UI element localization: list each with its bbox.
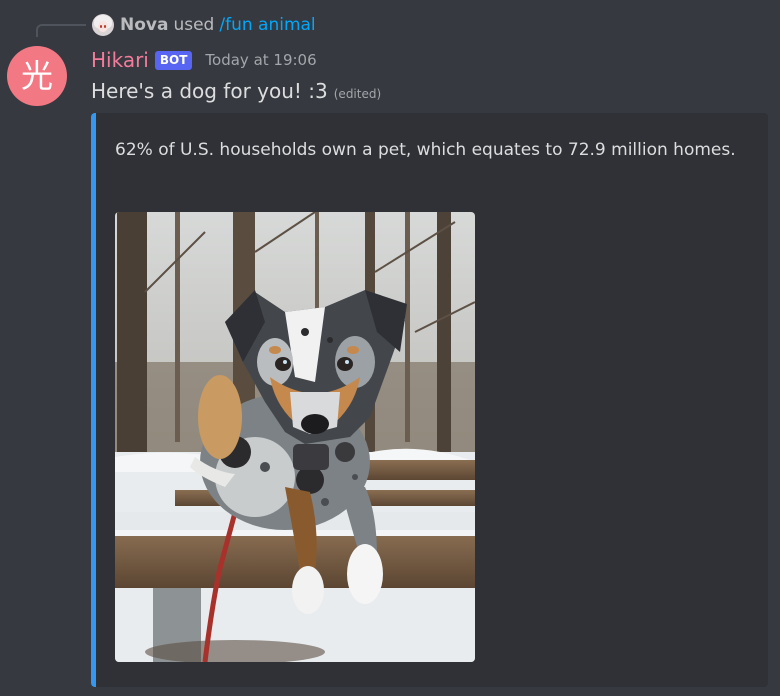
message-embed: 62% of U.S. households own a pet, which … (91, 113, 768, 687)
embed-dog-image[interactable] (115, 212, 475, 662)
slash-command-link[interactable]: /fun animal (219, 15, 315, 35)
embed-description: 62% of U.S. households own a pet, which … (115, 140, 736, 160)
reply-connector (36, 24, 86, 37)
bot-username[interactable]: Hikari (91, 48, 149, 72)
reply-action-text: used (173, 15, 215, 35)
dog-photo-illustration (115, 212, 475, 662)
reply-user-avatar[interactable] (92, 14, 114, 36)
message-timestamp: Today at 19:06 (205, 51, 317, 69)
embed-accent-bar (91, 113, 96, 687)
edited-label: (edited) (333, 87, 382, 101)
bot-avatar[interactable]: 光 (7, 46, 67, 106)
message-content: Here's a dog for you! :3 (91, 79, 328, 103)
reply-username[interactable]: Nova (120, 15, 168, 35)
message-header: Hikari BOT Today at 19:06 (91, 46, 317, 74)
message-body: Here's a dog for you! :3 (edited) (91, 79, 381, 109)
bot-badge: BOT (154, 50, 193, 70)
reply-reference[interactable]: Nova used /fun animal (92, 12, 316, 38)
